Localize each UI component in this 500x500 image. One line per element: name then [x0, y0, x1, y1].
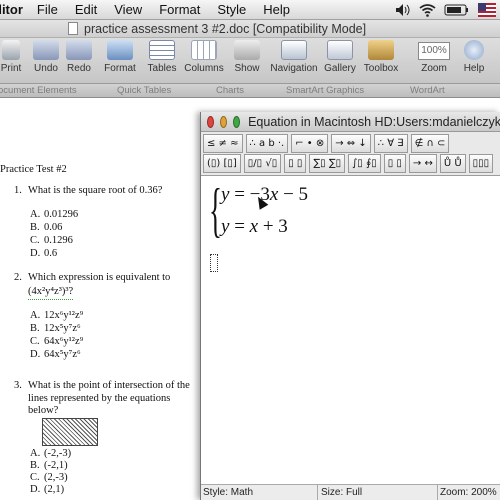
empty-slot[interactable] — [210, 254, 218, 272]
wifi-icon[interactable] — [419, 3, 436, 17]
equation-status-bar: Style: Math Size: Full Zoom: 200% — [201, 484, 500, 500]
spaces-ellipses-button[interactable]: ∴ a b ·. — [245, 134, 289, 153]
minimize-window-button[interactable] — [220, 115, 228, 128]
menu-edit[interactable]: Edit — [75, 2, 97, 17]
equation-line-2[interactable]: y = x + 3 — [221, 216, 288, 238]
gallery-button[interactable]: Gallery — [322, 40, 358, 82]
q2-option-b: B. 12x⁵y⁷z⁶ — [30, 323, 81, 334]
subscript-templates-button[interactable]: ▯ ▯ — [284, 154, 307, 173]
tab-smartart-graphics[interactable]: SmartArt Graphics — [286, 85, 364, 96]
help-icon — [464, 40, 484, 60]
zoom-field[interactable]: 100% — [418, 42, 450, 60]
arrow-symbols-button[interactable]: → ⇔ ↓ — [331, 134, 371, 153]
gallery-icon — [327, 40, 353, 60]
standard-toolbar: Print Undo Redo Format Tables Columns Sh… — [0, 38, 500, 84]
navigation-button[interactable]: Navigation — [268, 40, 320, 82]
q2-option-d: D. 64x⁵y⁷z⁶ — [30, 349, 81, 360]
symbol-palette: ≤ ≠ ≈ ∴ a b ·. ⌐ • ⊗ → ⇔ ↓ ∴ ∀ ∃ ∉ ∩ ⊂ (… — [201, 132, 500, 176]
format-icon — [107, 40, 133, 60]
table-icon — [149, 40, 175, 60]
document-title: practice assessment 3 #2.doc [Compatibil… — [84, 21, 367, 36]
menu-help[interactable]: Help — [263, 2, 290, 17]
menu-format[interactable]: Format — [159, 2, 200, 17]
pilcrow-icon — [234, 40, 260, 60]
undo-icon — [33, 40, 59, 60]
document-window-title-bar: practice assessment 3 #2.doc [Compatibil… — [0, 20, 500, 38]
columns-icon — [191, 40, 217, 60]
q3-option-d: D. (2,1) — [30, 484, 65, 495]
equation-canvas[interactable]: { y = −3x − 5 y = x + 3 — [201, 176, 500, 484]
selected-equation-object[interactable] — [42, 418, 98, 446]
zoom-window-button[interactable] — [233, 115, 241, 128]
undo-button[interactable]: Undo — [30, 40, 62, 82]
status-divider — [317, 485, 318, 500]
equation-window-title: Equation in Macintosh HD:Users:mdanielcz… — [248, 114, 500, 129]
q3-option-a: A. (-2,-3) — [30, 448, 72, 459]
template-palette-row-2: (▯) [▯] ▯/▯ √▯ ▯ ▯ ∑▯ ∑▯ ∫▯ ∮▯ ▯ ▯ → ↔ Ů… — [203, 154, 494, 174]
elements-gallery-tabs: ocument Elements Quick Tables Charts Sma… — [0, 84, 500, 98]
tab-charts[interactable]: Charts — [216, 85, 244, 96]
tab-document-elements[interactable]: ocument Elements — [0, 85, 77, 96]
status-divider — [437, 485, 438, 500]
menu-view[interactable]: View — [114, 2, 142, 17]
q1-option-b: B. 0.06 — [30, 222, 63, 233]
document-heading: Practice Test #2 — [0, 164, 67, 175]
set-theory-symbols-button[interactable]: ∉ ∩ ⊂ — [410, 134, 450, 153]
summation-templates-button[interactable]: ∑▯ ∑▯ — [309, 154, 346, 173]
app-menu[interactable]: ditor — [0, 2, 23, 17]
tables-button[interactable]: Tables — [145, 40, 179, 82]
flag-icon[interactable] — [478, 3, 496, 17]
tab-wordart[interactable]: WordArt — [410, 85, 445, 96]
battery-icon[interactable] — [444, 4, 470, 16]
style-status[interactable]: Style: Math — [203, 487, 253, 498]
status-icons — [395, 0, 500, 20]
equation-editor-window: Equation in Macintosh HD:Users:mdanielcz… — [200, 112, 500, 500]
screen: ditor File Edit View Format Style Help p… — [0, 0, 500, 500]
columns-button[interactable]: Columns — [182, 40, 226, 82]
menu-bar: ditor File Edit View Format Style Help — [0, 0, 500, 20]
redo-button[interactable]: Redo — [64, 40, 94, 82]
print-button[interactable]: Print — [0, 40, 24, 82]
redo-icon — [66, 40, 92, 60]
zoom-status[interactable]: Zoom: 200% — [440, 487, 497, 498]
menu-style[interactable]: Style — [217, 2, 246, 17]
q3-option-b: B. (-2,1) — [30, 460, 68, 471]
show-button[interactable]: Show — [232, 40, 262, 82]
menu-file[interactable]: File — [37, 2, 58, 17]
logical-symbols-button[interactable]: ∴ ∀ ∃ — [373, 134, 408, 153]
fence-templates-button[interactable]: (▯) [▯] — [203, 154, 241, 173]
document-page[interactable]: Practice Test #2 1. What is the square r… — [0, 98, 200, 500]
toolbox-button[interactable]: Toolbox — [360, 40, 402, 82]
printer-icon — [2, 40, 20, 60]
navigation-icon — [281, 40, 307, 60]
matrix-templates-button[interactable]: ▯▯▯ — [468, 154, 494, 173]
relational-symbols-button[interactable]: ≤ ≠ ≈ — [203, 134, 243, 153]
arrow-templates-button[interactable]: → ↔ — [408, 154, 437, 173]
format-button[interactable]: Format — [102, 40, 138, 82]
q3-option-c: C. (2,-3) — [30, 472, 68, 483]
equation-window-title-bar: Equation in Macintosh HD:Users:mdanielcz… — [201, 112, 500, 132]
symbol-palette-row-1: ≤ ≠ ≈ ∴ a b ·. ⌐ • ⊗ → ⇔ ↓ ∴ ∀ ∃ ∉ ∩ ⊂ — [203, 134, 450, 154]
bar-templates-button[interactable]: ▯ ▯ — [383, 154, 406, 173]
help-button[interactable]: Help — [460, 40, 488, 82]
zoom-control[interactable]: 100% Zoom — [416, 40, 452, 82]
integral-templates-button[interactable]: ∫▯ ∮▯ — [348, 154, 381, 173]
q2-option-a: A. 12x⁶y¹²z⁹ — [30, 310, 84, 321]
q1-option-a: A. 0.01296 — [30, 209, 79, 220]
q1-option-d: D. 0.6 — [30, 248, 58, 259]
q1-option-c: C. 0.1296 — [30, 235, 73, 246]
document-icon — [68, 22, 78, 35]
fraction-radical-templates-button[interactable]: ▯/▯ √▯ — [243, 154, 282, 173]
size-status[interactable]: Size: Full — [321, 487, 362, 498]
q2-option-c: C. 64x⁶y¹²z⁹ — [30, 336, 84, 347]
operator-symbols-button[interactable]: ⌐ • ⊗ — [291, 134, 329, 153]
volume-icon[interactable] — [395, 3, 411, 17]
product-templates-button[interactable]: Ů Ů — [439, 154, 466, 173]
close-window-button[interactable] — [207, 115, 215, 128]
tab-quick-tables[interactable]: Quick Tables — [117, 85, 171, 96]
toolbox-icon — [368, 40, 394, 60]
